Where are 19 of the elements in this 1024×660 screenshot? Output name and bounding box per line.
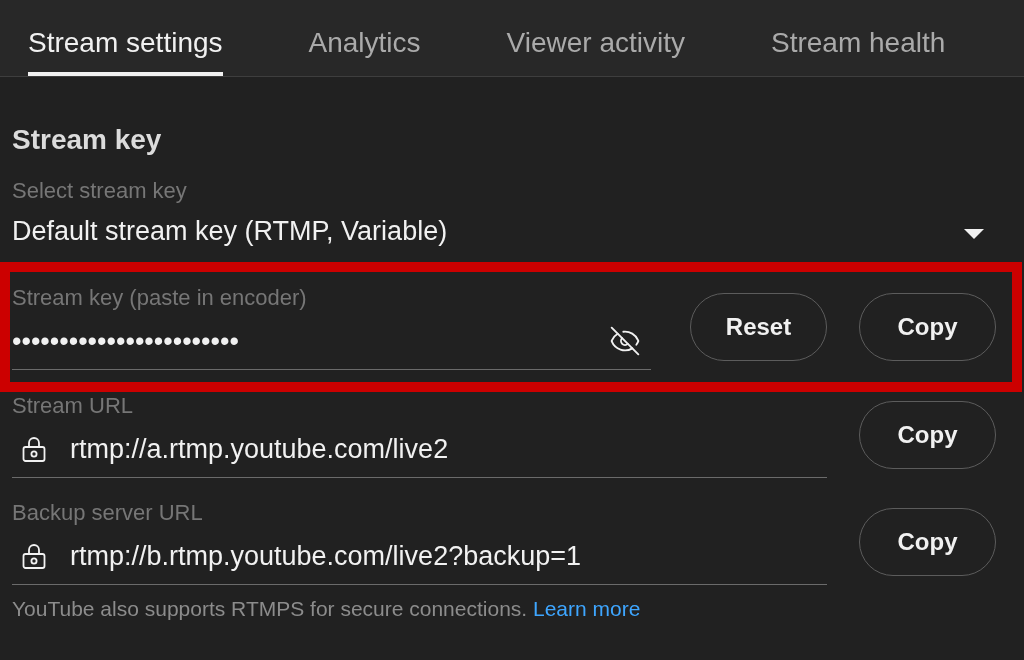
field-label: Stream URL — [12, 393, 135, 419]
caret-down-icon — [964, 229, 984, 239]
rtmps-note: YouTube also supports RTMPS for secure connections. Learn more — [12, 596, 642, 622]
tab[interactable]: Stream health — [771, 0, 946, 76]
field-label: Stream key (paste in encoder) — [12, 285, 308, 311]
url-field[interactable]: rtmp://b.rtmp.youtube.com/live2?backup=1 — [12, 526, 827, 585]
tab[interactable]: Viewer activity — [506, 0, 685, 76]
learn-more-link[interactable]: Learn more — [533, 597, 641, 620]
lock-icon — [22, 436, 46, 462]
url-field[interactable]: rtmp://a.rtmp.youtube.com/live2 — [12, 419, 827, 478]
eye-off-icon[interactable] — [609, 325, 641, 357]
stream-key-field[interactable]: •••••••••••••••••••••••• — [12, 311, 651, 370]
lock-icon — [22, 543, 46, 569]
field-label: Select stream key — [12, 178, 188, 204]
field-label: Backup server URL — [12, 500, 204, 526]
stream-key-dropdown[interactable]: Default stream key (RTMP, Variable) — [12, 215, 984, 247]
section-heading: Stream key — [12, 123, 163, 157]
tab[interactable]: Analytics — [308, 0, 421, 76]
tab[interactable]: Stream settings — [28, 0, 223, 76]
